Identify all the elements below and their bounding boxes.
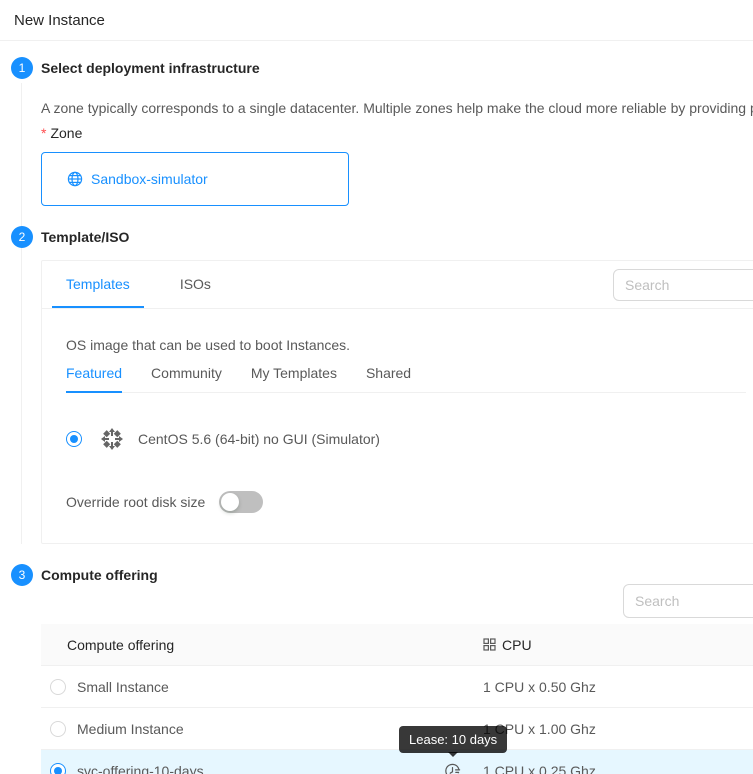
column-header-compute-offering: Compute offering [41, 637, 483, 653]
table-row-medium-instance[interactable]: Medium Instance 1 CPU x 1.00 Ghz [41, 708, 753, 750]
filter-tab-featured[interactable]: Featured [66, 365, 122, 393]
template-option-label: CentOS 5.6 (64-bit) no GUI (Simulator) [138, 431, 380, 447]
column-header-cpu: CPU [483, 637, 753, 653]
zone-field-label: *Zone [41, 124, 753, 142]
step-1-badge: 1 [11, 57, 33, 79]
centos-icon [100, 427, 124, 451]
zone-card-label: Sandbox-simulator [91, 171, 208, 187]
page-title: New Instance [14, 9, 737, 32]
offering-radio-medium[interactable] [50, 721, 66, 737]
step-template-iso: 2 Template/ISO Templates ISOs OS image t… [11, 226, 753, 564]
step-2-badge: 2 [11, 226, 33, 248]
lease-tooltip: Lease: 10 days [399, 726, 507, 753]
offering-search-input[interactable] [623, 584, 753, 618]
zone-description: A zone typically corresponds to a single… [41, 99, 753, 117]
clock-icon[interactable] [444, 763, 461, 774]
toggle-knob [221, 493, 239, 511]
template-search-input[interactable] [613, 269, 753, 301]
step-select-infrastructure: 1 Select deployment infrastructure A zon… [11, 57, 753, 226]
override-root-disk-toggle[interactable] [219, 491, 263, 513]
filter-tab-community[interactable]: Community [151, 365, 222, 393]
tooltip-arrow [448, 752, 458, 762]
zone-card-sandbox-simulator[interactable]: Sandbox-simulator [41, 152, 349, 206]
template-option-row[interactable]: CentOS 5.6 (64-bit) no GUI (Simulator) [66, 427, 746, 451]
override-root-disk-label: Override root disk size [66, 494, 205, 510]
step-2-title: Template/ISO [41, 226, 753, 248]
deployment-steps: 1 Select deployment infrastructure A zon… [0, 41, 753, 774]
compute-offering-table: Compute offering CPU [41, 624, 753, 774]
offering-radio-small[interactable] [50, 679, 66, 695]
template-tabs-bar: Templates ISOs [42, 261, 753, 309]
step-1-title: Select deployment infrastructure [41, 57, 753, 79]
lease-tooltip-text: Lease: 10 days [409, 732, 497, 747]
override-root-disk-row: Override root disk size [66, 491, 746, 513]
step-3-title: Compute offering [41, 564, 753, 586]
step-connector-line [21, 252, 22, 544]
offering-radio-svc-10-days[interactable] [50, 763, 66, 774]
template-radio[interactable] [66, 431, 82, 447]
table-row-small-instance[interactable]: Small Instance 1 CPU x 0.50 Ghz [41, 666, 753, 708]
grid-icon [483, 638, 496, 651]
step-compute-offering: 3 Compute offering Compute offering [11, 564, 753, 774]
filter-tab-shared[interactable]: Shared [366, 365, 411, 393]
template-filter-tabs: Featured Community My Templates Shared [66, 365, 746, 393]
compute-offering-content: Compute offering CPU [41, 586, 753, 774]
page-header: New Instance [0, 0, 753, 41]
new-instance-wizard: New Instance 1 Select deployment infrast… [0, 0, 753, 774]
template-card-body: OS image that can be used to boot Instan… [42, 309, 753, 543]
tab-templates[interactable]: Templates [52, 261, 144, 308]
os-intro-text: OS image that can be used to boot Instan… [66, 335, 746, 355]
tab-isos[interactable]: ISOs [166, 261, 225, 308]
table-header-row: Compute offering CPU [41, 624, 753, 666]
template-card: Templates ISOs OS image that can be used… [41, 260, 753, 544]
required-asterisk: * [41, 125, 46, 141]
step-3-badge: 3 [11, 564, 33, 586]
table-row-svc-offering-10-days[interactable]: svc-offering-10-days 1 CPU x 0.25 Ghz [41, 750, 753, 774]
globe-icon [67, 171, 83, 187]
filter-tab-my-templates[interactable]: My Templates [251, 365, 337, 393]
